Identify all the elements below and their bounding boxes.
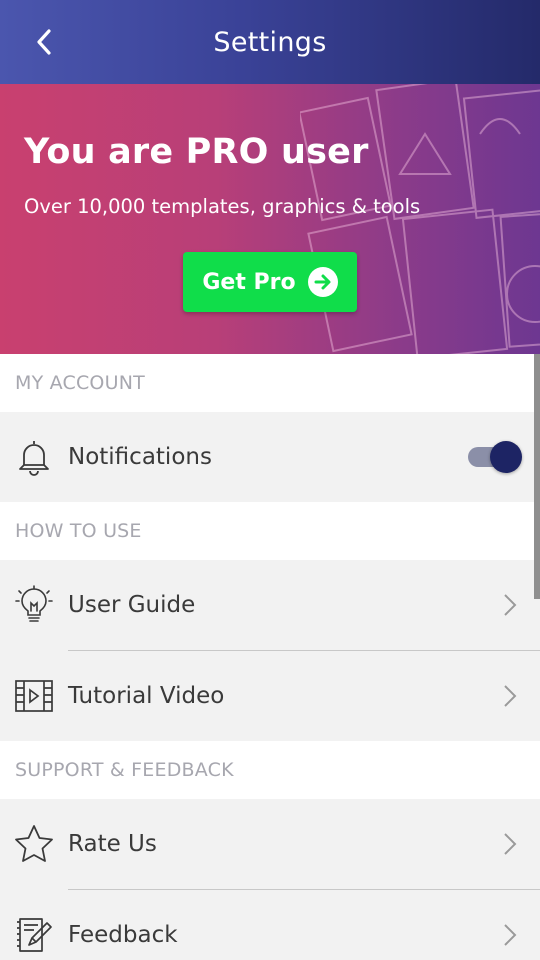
chevron-right-icon	[504, 833, 517, 855]
scrollbar[interactable]	[534, 354, 540, 599]
banner-subtitle: Over 10,000 templates, graphics & tools	[24, 195, 421, 218]
feedback-row[interactable]: Feedback	[0, 890, 540, 960]
page-title: Settings	[213, 26, 327, 58]
notifications-row: Notifications	[0, 412, 540, 502]
app-bar: Settings	[0, 0, 540, 84]
rate-us-row[interactable]: Rate Us	[0, 799, 540, 889]
film-play-icon	[14, 676, 54, 716]
arrow-right-circle-icon	[307, 267, 338, 297]
chevron-right-icon	[504, 685, 517, 707]
lightbulb-icon	[14, 585, 54, 625]
back-button[interactable]	[22, 18, 66, 66]
tutorial-video-label: Tutorial Video	[68, 683, 225, 709]
notifications-label: Notifications	[68, 444, 212, 470]
section-header-support-feedback: SUPPORT & FEEDBACK	[0, 741, 540, 799]
toggle-knob	[490, 441, 522, 473]
section-header-how-to-use: HOW TO USE	[0, 502, 540, 560]
tutorial-video-row[interactable]: Tutorial Video	[0, 651, 540, 741]
pro-banner: You are PRO user Over 10,000 templates, …	[0, 84, 540, 354]
get-pro-label: Get Pro	[202, 269, 296, 295]
get-pro-button[interactable]: Get Pro	[183, 252, 357, 312]
template-collage-image	[300, 84, 540, 354]
user-guide-label: User Guide	[68, 592, 196, 618]
document-edit-icon	[14, 915, 54, 955]
back-arrow-icon	[37, 29, 51, 55]
banner-title: You are PRO user	[24, 132, 369, 172]
feedback-label: Feedback	[68, 922, 178, 948]
star-icon	[14, 824, 54, 864]
notifications-toggle[interactable]	[468, 441, 522, 473]
section-header-my-account: MY ACCOUNT	[0, 354, 540, 412]
chevron-right-icon	[504, 594, 517, 616]
chevron-right-icon	[504, 924, 517, 946]
bell-icon	[14, 437, 54, 477]
user-guide-row[interactable]: User Guide	[0, 560, 540, 650]
rate-us-label: Rate Us	[68, 831, 157, 857]
